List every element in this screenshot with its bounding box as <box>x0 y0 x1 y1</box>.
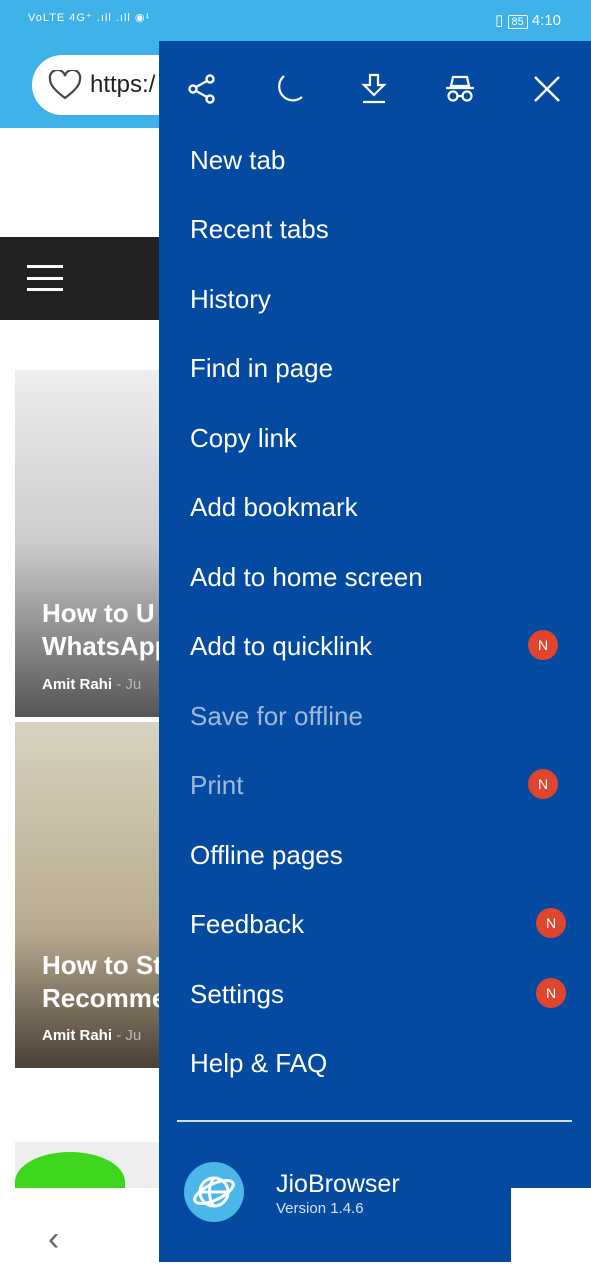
menu-item-add-to-home-screen[interactable]: Add to home screen <box>190 560 423 594</box>
night-mode-icon[interactable] <box>270 71 306 107</box>
app-name: JioBrowser <box>276 1170 400 1198</box>
article-image <box>15 1152 125 1188</box>
new-badge: N <box>536 978 566 1008</box>
status-right: ▯ 85 4:10 <box>495 12 561 29</box>
menu-item-settings[interactable]: Settings <box>190 977 284 1011</box>
menu-item-find-in-page[interactable]: Find in page <box>190 351 333 385</box>
divider <box>177 1120 572 1122</box>
article-card[interactable] <box>15 1142 175 1188</box>
article-card[interactable]: How to U WhatsApp Amit Rahi - Ju <box>15 370 175 717</box>
clock: 4:10 <box>531 12 561 29</box>
menu-item-recent-tabs[interactable]: Recent tabs <box>190 212 329 246</box>
menu-item-history[interactable]: History <box>190 282 271 316</box>
article-title: How to U WhatsApp <box>42 598 171 661</box>
close-icon[interactable] <box>529 71 565 107</box>
article-card[interactable]: How to St Recomme Amit Rahi - Ju <box>15 722 175 1068</box>
nav-area <box>511 1188 591 1262</box>
share-icon[interactable] <box>184 71 220 107</box>
app-version: Version 1.4.6 <box>276 1200 364 1217</box>
battery-level: 85 <box>507 15 528 29</box>
back-icon[interactable]: ‹ <box>48 1220 59 1259</box>
article-byline: Amit Rahi - Ju <box>42 1027 142 1044</box>
jiobrowser-logo-icon <box>184 1162 244 1222</box>
article-byline: Amit Rahi - Ju <box>42 676 142 693</box>
hamburger-menu-icon[interactable] <box>27 265 63 291</box>
url-text: https:/ <box>90 71 156 98</box>
heart-icon[interactable] <box>48 70 82 100</box>
menu-item-new-tab[interactable]: New tab <box>190 143 285 177</box>
new-badge: N <box>528 630 558 660</box>
menu-toolbar <box>159 71 591 107</box>
menu-item-feedback[interactable]: Feedback <box>190 907 304 941</box>
menu-item-add-to-quicklink[interactable]: Add to quicklink <box>190 629 372 663</box>
incognito-icon[interactable] <box>442 71 478 107</box>
menu-item-copy-link[interactable]: Copy link <box>190 421 297 455</box>
status-icons: VoLTE 4G⁺ .ıll .ıll ◉¹ <box>28 12 151 24</box>
menu-item-help-faq[interactable]: Help & FAQ <box>190 1046 327 1080</box>
overflow-menu: New tab Recent tabs History Find in page… <box>159 41 591 1262</box>
new-badge: N <box>536 908 566 938</box>
status-bar: VoLTE 4G⁺ .ıll .ıll ◉¹ ▯ 85 4:10 <box>0 0 591 41</box>
download-icon[interactable] <box>356 71 392 107</box>
menu-item-offline-pages[interactable]: Offline pages <box>190 838 343 872</box>
menu-item-print[interactable]: Print <box>190 768 243 802</box>
menu-item-add-bookmark[interactable]: Add bookmark <box>190 490 358 524</box>
new-badge: N <box>528 769 558 799</box>
menu-item-save-for-offline[interactable]: Save for offline <box>190 699 363 733</box>
article-title: How to St Recomme <box>42 950 167 1013</box>
